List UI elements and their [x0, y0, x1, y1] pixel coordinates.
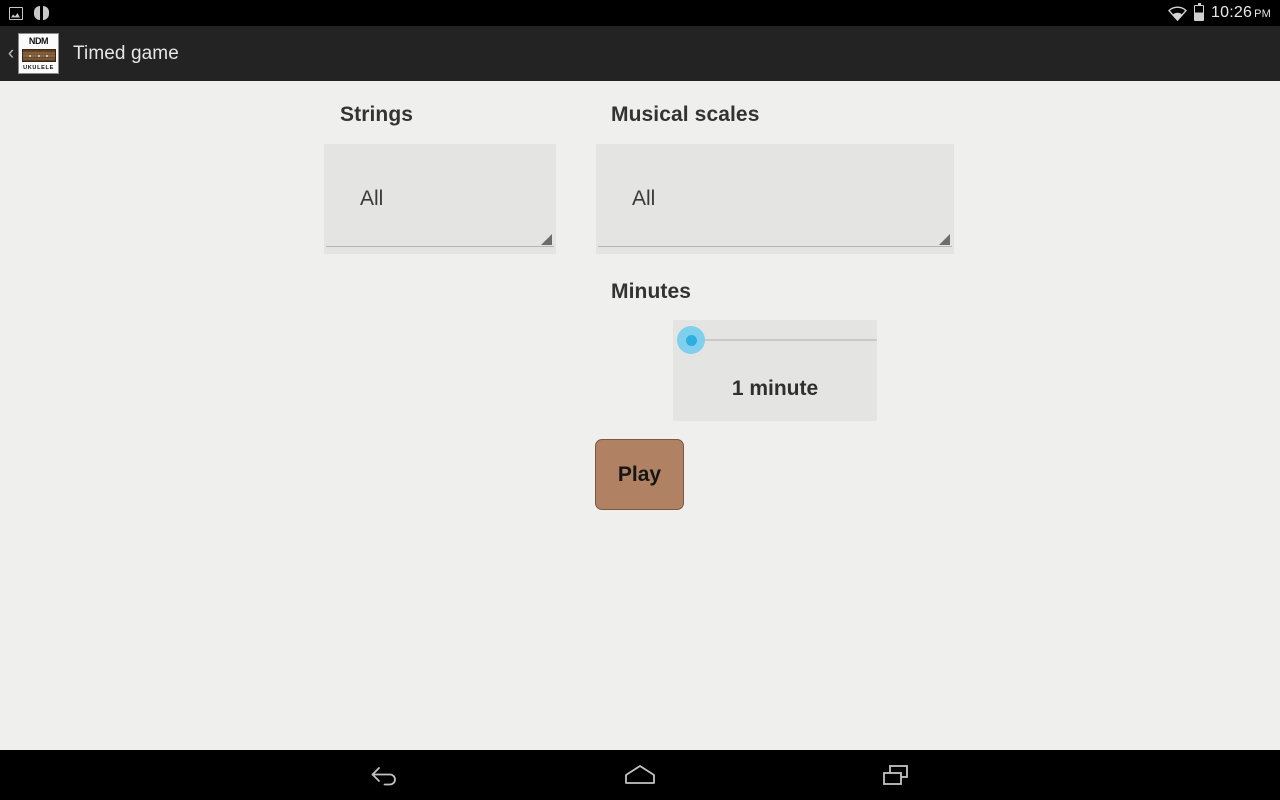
status-bar-right: 10:26 PM	[1168, 3, 1271, 22]
app-icon-bottom-text: UKULELE	[23, 65, 54, 71]
status-bar: 10:26 PM	[0, 0, 1280, 26]
nav-spacer-right	[704, 750, 832, 800]
scales-spinner-underline	[598, 246, 952, 247]
minutes-slider-track[interactable]	[691, 339, 877, 341]
app-icon-top-text: NDM	[28, 36, 49, 46]
app-screen: 10:26 PM ‹ NDM UKULELE Timed game Strings…	[0, 0, 1280, 800]
strings-spinner-value: All	[360, 187, 384, 210]
ukulele-fretboard-icon	[21, 49, 56, 62]
strings-spinner-underline	[326, 246, 554, 247]
minutes-slider-thumb[interactable]	[677, 326, 705, 354]
action-bar: ‹ NDM UKULELE Timed game	[0, 26, 1280, 81]
pause-icon	[34, 6, 49, 20]
app-icon[interactable]: NDM UKULELE	[18, 33, 59, 74]
minutes-panel: 1 minute	[673, 320, 877, 421]
nav-spacer-left	[448, 750, 576, 800]
status-bar-left-icons	[9, 6, 49, 20]
page-title: Timed game	[73, 42, 179, 64]
clock-time: 10:26	[1211, 4, 1253, 21]
back-chevron-icon[interactable]: ‹	[0, 44, 18, 63]
fret-dots	[23, 50, 55, 61]
screenshot-icon	[9, 6, 23, 20]
chevron-down-icon	[541, 234, 552, 245]
chevron-down-icon	[939, 234, 950, 245]
minutes-value-label: 1 minute	[731, 377, 819, 400]
scales-section-title: Musical scales	[611, 103, 760, 126]
strings-section-title: Strings	[340, 103, 414, 126]
nav-home-button[interactable]	[576, 750, 704, 800]
wifi-icon	[1168, 6, 1188, 21]
strings-spinner[interactable]: All	[324, 144, 556, 254]
navigation-bar	[0, 750, 1280, 800]
play-button[interactable]: Play	[595, 439, 684, 510]
status-bar-clock: 10:26 PM	[1211, 4, 1271, 22]
scales-spinner[interactable]: All	[596, 144, 954, 254]
clock-ampm: PM	[1254, 8, 1271, 20]
battery-icon	[1194, 3, 1205, 21]
minutes-section-title: Minutes	[611, 280, 692, 303]
nav-back-button[interactable]	[320, 750, 448, 800]
main-content: Strings All Musical scales All Minutes 1…	[0, 81, 1280, 750]
nav-recents-button[interactable]	[832, 750, 960, 800]
scales-spinner-value: All	[632, 187, 656, 210]
